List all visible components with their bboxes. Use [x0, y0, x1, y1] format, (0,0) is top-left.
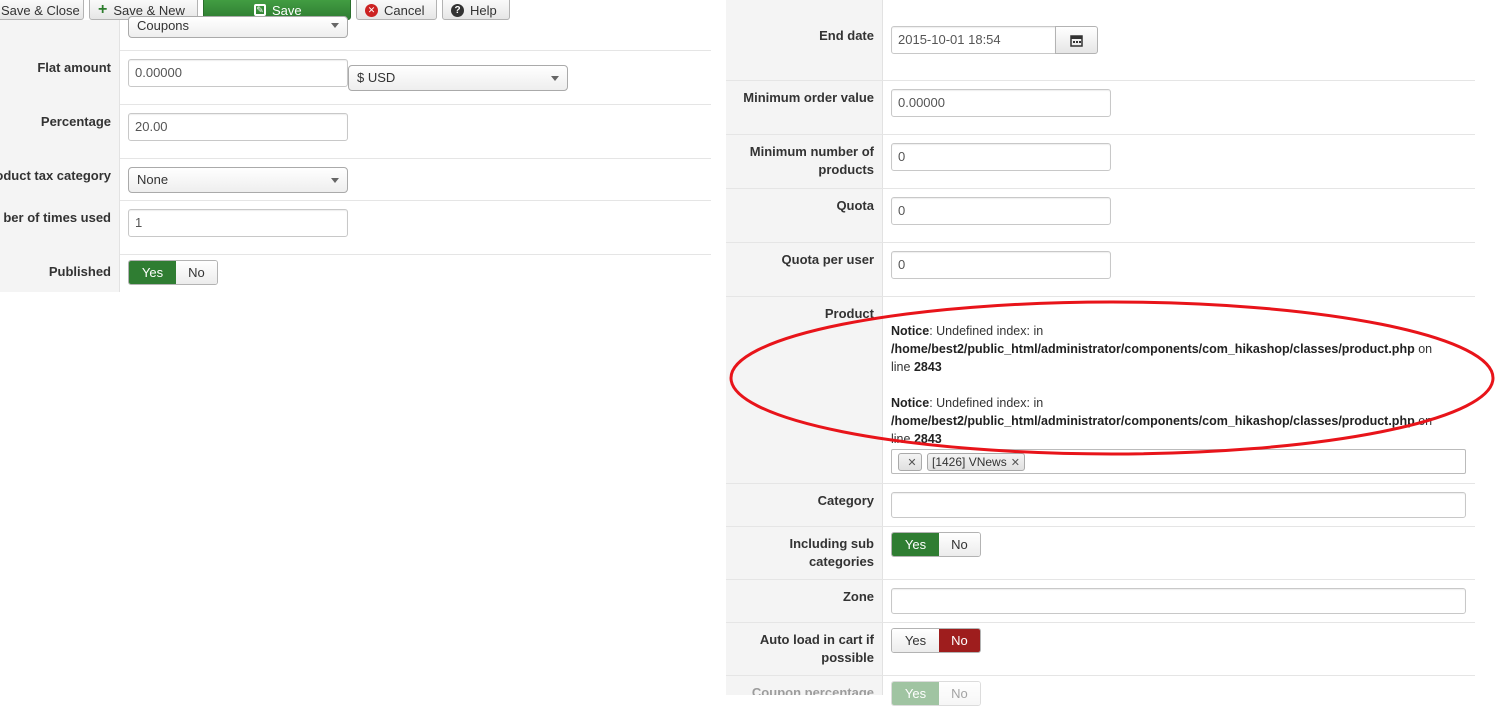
- right-form: End date 2015-10-01 18:54 Minimum order …: [726, 0, 1475, 706]
- min-order-row: Minimum order value 0.00000: [726, 81, 1475, 135]
- product-tag[interactable]: ✕: [898, 453, 922, 471]
- sub-categories-row: Including sub categories Yes No: [726, 527, 1475, 580]
- sub-categories-yes-button[interactable]: Yes: [892, 533, 939, 556]
- autoload-toggle[interactable]: Yes No: [891, 628, 981, 653]
- type-row: Coupons: [0, 16, 711, 51]
- notice-prefix: Notice: [891, 324, 930, 338]
- quota-row: Quota 0: [726, 189, 1475, 243]
- close-icon[interactable]: ✕: [907, 456, 916, 469]
- min-products-row: Minimum number of products 0: [726, 135, 1475, 189]
- quota-input[interactable]: 0: [891, 197, 1111, 225]
- product-tag-input[interactable]: ✕ [1426] VNews ✕: [891, 449, 1466, 474]
- times-used-label: ber of times used: [3, 210, 111, 225]
- percentage-input[interactable]: 20.00: [128, 113, 348, 141]
- notice-line-number: 2843: [913, 360, 942, 374]
- published-yes-button[interactable]: Yes: [129, 261, 176, 284]
- notice-path: /home/best2/public_html/administrator/co…: [891, 342, 1415, 356]
- quota-label: Quota: [726, 189, 883, 242]
- min-order-label: Minimum order value: [726, 81, 883, 134]
- min-products-input[interactable]: 0: [891, 143, 1111, 171]
- tax-category-select[interactable]: None: [128, 167, 348, 193]
- notice-path: /home/best2/public_html/administrator/co…: [891, 414, 1415, 428]
- calendar-icon: [1070, 34, 1083, 47]
- published-label: Published: [0, 255, 120, 292]
- sub-categories-label: Including sub categories: [726, 527, 883, 579]
- tax-category-select-value: None: [137, 172, 169, 187]
- times-used-label-cell: ber of times used: [0, 201, 120, 255]
- close-icon[interactable]: ✕: [1011, 456, 1020, 469]
- coupon-percentage-row: Coupon percentage Yes No: [726, 676, 1475, 706]
- left-form: Coupons Flat amount 0.00000 $ USD Percen…: [0, 0, 711, 292]
- zone-input[interactable]: [891, 588, 1466, 614]
- autoload-label: Auto load in cart if possible: [726, 623, 883, 675]
- sub-categories-no-button[interactable]: No: [938, 533, 980, 556]
- quota-user-row: Quota per user 0: [726, 243, 1475, 297]
- product-label: Product: [726, 297, 883, 483]
- min-products-label: Minimum number of products: [726, 135, 883, 188]
- notice-line-word: line: [891, 432, 914, 446]
- coupon-percentage-toggle[interactable]: Yes No: [891, 681, 981, 706]
- coupon-percentage-yes-button[interactable]: Yes: [892, 682, 939, 705]
- percentage-row: Percentage 20.00: [0, 105, 711, 159]
- category-row: Category: [726, 484, 1475, 527]
- notice-text: : Undefined index: in: [929, 396, 1044, 410]
- chevron-down-icon: [331, 23, 339, 28]
- chevron-down-icon: [551, 76, 559, 81]
- flat-amount-input[interactable]: 0.00000: [128, 59, 348, 87]
- end-date-label: End date: [726, 0, 883, 80]
- tax-category-row: oduct tax category None: [0, 159, 711, 201]
- chevron-down-icon: [331, 178, 339, 183]
- calendar-button[interactable]: [1055, 26, 1098, 54]
- flat-amount-label: Flat amount: [0, 51, 120, 105]
- percentage-label: Percentage: [0, 105, 120, 159]
- category-input[interactable]: [891, 492, 1466, 518]
- type-select[interactable]: Coupons: [128, 16, 348, 38]
- autoload-no-button[interactable]: No: [938, 629, 980, 652]
- published-toggle[interactable]: Yes No: [128, 260, 218, 285]
- autoload-yes-button[interactable]: Yes: [892, 629, 939, 652]
- notice-line-number: 2843: [913, 432, 942, 446]
- notice-message: Notice: Undefined index: in /home/best2/…: [891, 394, 1432, 448]
- coupon-percentage-no-button[interactable]: No: [938, 682, 980, 705]
- end-date-input[interactable]: 2015-10-01 18:54: [891, 26, 1056, 54]
- notice-on: on: [1414, 414, 1433, 428]
- quota-user-label: Quota per user: [726, 243, 883, 296]
- product-row: Product Notice: Undefined index: in /hom…: [726, 297, 1475, 484]
- flat-amount-row: Flat amount 0.00000 $ USD: [0, 51, 711, 105]
- type-label-cell: [0, 20, 120, 51]
- category-label: Category: [726, 484, 883, 526]
- times-used-row: ber of times used 1: [0, 201, 711, 255]
- sub-categories-toggle[interactable]: Yes No: [891, 532, 981, 557]
- product-tag-label: [1426] VNews: [932, 455, 1007, 469]
- autoload-row: Auto load in cart if possible Yes No: [726, 623, 1475, 676]
- currency-select[interactable]: $ USD: [348, 65, 568, 91]
- min-order-input[interactable]: 0.00000: [891, 89, 1111, 117]
- quota-user-input[interactable]: 0: [891, 251, 1111, 279]
- product-tag[interactable]: [1426] VNews ✕: [927, 453, 1025, 471]
- notice-on: on: [1414, 342, 1433, 356]
- notice-message: Notice: Undefined index: in /home/best2/…: [891, 322, 1432, 376]
- end-date-row: End date 2015-10-01 18:54: [726, 0, 1475, 81]
- type-select-value: Coupons: [137, 18, 190, 33]
- times-used-input[interactable]: 1: [128, 209, 348, 237]
- notice-prefix: Notice: [891, 396, 930, 410]
- published-row: Published: [0, 255, 120, 292]
- zone-row: Zone: [726, 580, 1475, 623]
- notice-line-word: line: [891, 360, 914, 374]
- notice-text: : Undefined index: in: [929, 324, 1044, 338]
- currency-select-value: $ USD: [357, 70, 396, 85]
- zone-label: Zone: [726, 580, 883, 622]
- tax-category-label-text: oduct tax category: [0, 168, 111, 183]
- coupon-percentage-label: Coupon percentage: [726, 676, 883, 695]
- tax-category-label: oduct tax category: [0, 159, 120, 201]
- published-no-button[interactable]: No: [175, 261, 217, 284]
